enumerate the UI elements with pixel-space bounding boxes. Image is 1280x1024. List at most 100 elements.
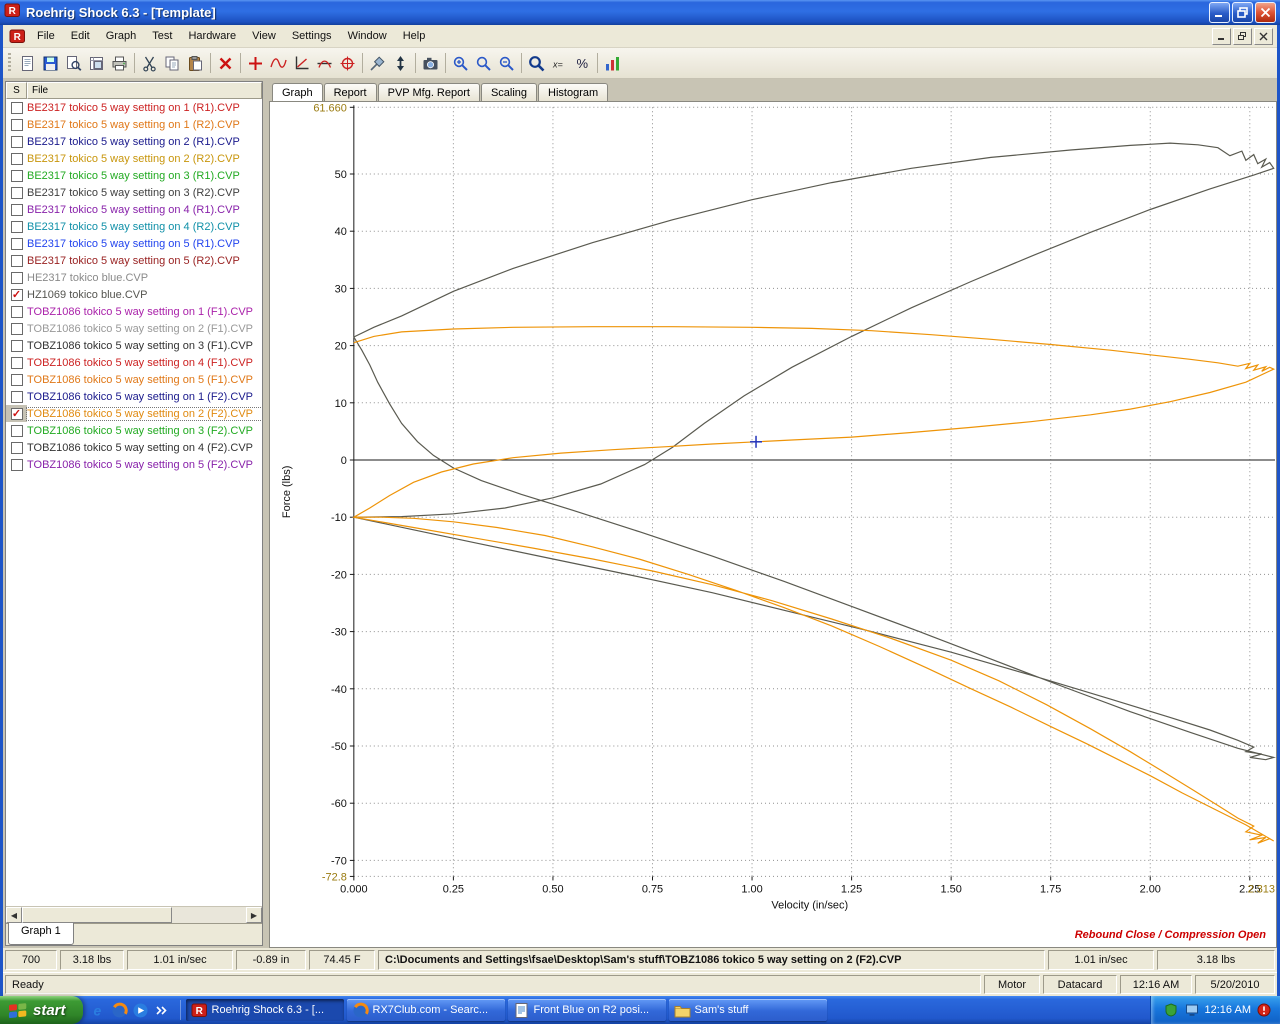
print-preview-button[interactable] [62, 52, 85, 74]
menu-settings[interactable]: Settings [284, 27, 340, 45]
crosshair-tool-button[interactable] [244, 52, 267, 74]
file-name[interactable]: BE2317 tokico 5 way setting on 5 (R2).CV… [27, 255, 262, 267]
file-checkbox[interactable] [11, 221, 23, 233]
zoom-out-button[interactable] [495, 52, 518, 74]
taskbar-button-roehrig[interactable]: RRoehrig Shock 6.3 - [... [186, 999, 344, 1021]
chart-options-button[interactable] [601, 52, 624, 74]
tab-report[interactable]: Report [324, 83, 377, 101]
file-name[interactable]: TOBZ1086 tokico 5 way setting on 3 (F2).… [27, 425, 262, 437]
mdi-minimize-button[interactable] [1212, 28, 1231, 45]
zoom-in-button[interactable] [449, 52, 472, 74]
quicklaunch-chevron[interactable] [153, 1001, 171, 1019]
percent-button[interactable]: % [571, 52, 594, 74]
file-name[interactable]: HZ1069 tokico blue.CVP [27, 289, 262, 301]
menu-edit[interactable]: Edit [63, 27, 98, 45]
tab-scaling[interactable]: Scaling [481, 83, 537, 101]
file-checkbox[interactable] [11, 238, 23, 250]
tab-pvp-mfg-report[interactable]: PVP Mfg. Report [378, 83, 480, 101]
tray-icon-shield[interactable] [1163, 1002, 1179, 1018]
file-checkbox[interactable] [11, 102, 23, 114]
zoom-extents-button[interactable] [525, 52, 548, 74]
file-checkbox[interactable] [11, 459, 23, 471]
file-checkbox[interactable] [11, 425, 23, 437]
file-name[interactable]: BE2317 tokico 5 way setting on 3 (R1).CV… [27, 170, 262, 182]
taskbar-button-document[interactable]: Front Blue on R2 posi... [508, 999, 666, 1021]
quicklaunch-ie[interactable]: e [90, 1001, 108, 1019]
print-button[interactable] [108, 52, 131, 74]
file-checkbox[interactable] [11, 170, 23, 182]
move-vertical-button[interactable] [389, 52, 412, 74]
formula-button[interactable]: x= [548, 52, 571, 74]
file-checkbox[interactable] [11, 255, 23, 267]
menu-help[interactable]: Help [395, 27, 434, 45]
quicklaunch-firefox[interactable] [111, 1001, 129, 1019]
quicklaunch-media[interactable] [132, 1001, 150, 1019]
taskbar-button-folder[interactable]: Sam's stuff [669, 999, 827, 1021]
menu-view[interactable]: View [244, 27, 284, 45]
file-name[interactable]: BE2317 tokico 5 way setting on 5 (R1).CV… [27, 238, 262, 250]
close-button[interactable] [1255, 2, 1276, 23]
file-checkbox[interactable] [11, 272, 23, 284]
file-checkbox[interactable] [11, 323, 23, 335]
copy-button[interactable] [161, 52, 184, 74]
scroll-left-button[interactable]: ◀ [6, 907, 22, 923]
file-name[interactable]: TOBZ1086 tokico 5 way setting on 1 (F1).… [27, 306, 262, 318]
page-setup-button[interactable] [85, 52, 108, 74]
file-checkbox[interactable]: ✓ [11, 289, 23, 301]
overlay-curves-button[interactable] [267, 52, 290, 74]
file-checkbox[interactable] [11, 357, 23, 369]
delete-button[interactable] [214, 52, 237, 74]
file-name[interactable]: TOBZ1086 tokico 5 way setting on 4 (F2).… [27, 442, 262, 454]
tab-histogram[interactable]: Histogram [538, 83, 608, 101]
file-checkbox[interactable] [11, 204, 23, 216]
file-name[interactable]: TOBZ1086 tokico 5 way setting on 4 (F1).… [27, 357, 262, 369]
file-name[interactable]: BE2317 tokico 5 way setting on 1 (R1).CV… [27, 102, 262, 114]
mdi-restore-button[interactable] [1233, 28, 1252, 45]
tab-graph[interactable]: Graph [272, 83, 323, 102]
file-name[interactable]: BE2317 tokico 5 way setting on 2 (R1).CV… [27, 136, 262, 148]
zoom-window-button[interactable] [472, 52, 495, 74]
file-name[interactable]: BE2317 tokico 5 way setting on 4 (R2).CV… [27, 221, 262, 233]
cut-button[interactable] [138, 52, 161, 74]
file-name[interactable]: BE2317 tokico 5 way setting on 3 (R2).CV… [27, 187, 262, 199]
file-name[interactable]: BE2317 tokico 5 way setting on 4 (R1).CV… [27, 204, 262, 216]
file-name[interactable]: BE2317 tokico 5 way setting on 1 (R2).CV… [27, 119, 262, 131]
save-button[interactable] [39, 52, 62, 74]
menu-window[interactable]: Window [340, 27, 395, 45]
graph1-tab[interactable]: Graph 1 [8, 923, 74, 945]
scroll-right-button[interactable]: ▶ [246, 907, 262, 923]
snapshot-button[interactable] [419, 52, 442, 74]
file-checkbox[interactable] [11, 119, 23, 131]
force-velocity-chart[interactable]: 61.66050403020100-10-20-30-40-50-60-70-7… [270, 102, 1276, 947]
scroll-thumb[interactable] [22, 907, 172, 923]
file-checkbox[interactable] [11, 340, 23, 352]
start-button[interactable]: start [0, 996, 83, 1024]
graph-axes-button[interactable] [290, 52, 313, 74]
graph-target-button[interactable] [336, 52, 359, 74]
file-name[interactable]: TOBZ1086 tokico 5 way setting on 2 (F1).… [27, 323, 262, 335]
minimize-button[interactable] [1209, 2, 1230, 23]
graph-axis-horizontal-button[interactable] [313, 52, 336, 74]
toolbar-grip[interactable] [8, 53, 11, 73]
taskbar-button-firefox[interactable]: RX7Club.com - Searc... [347, 999, 505, 1021]
file-checkbox[interactable] [11, 374, 23, 386]
menu-hardware[interactable]: Hardware [180, 27, 244, 45]
file-checkbox[interactable]: ✓ [11, 408, 23, 420]
test-probe-button[interactable] [366, 52, 389, 74]
file-checkbox[interactable] [11, 442, 23, 454]
file-checkbox[interactable] [11, 136, 23, 148]
chart-area[interactable]: 61.66050403020100-10-20-30-40-50-60-70-7… [269, 101, 1277, 948]
new-file-button[interactable] [16, 52, 39, 74]
file-name[interactable]: BE2317 tokico 5 way setting on 2 (R2).CV… [27, 153, 262, 165]
file-checkbox[interactable] [11, 153, 23, 165]
restore-button[interactable] [1232, 2, 1253, 23]
menu-file[interactable]: File [29, 27, 63, 45]
file-name[interactable]: TOBZ1086 tokico 5 way setting on 3 (F1).… [27, 340, 262, 352]
file-name[interactable]: TOBZ1086 tokico 5 way setting on 5 (F2).… [27, 459, 262, 471]
column-header-select[interactable]: S [6, 82, 27, 99]
file-checkbox[interactable] [11, 391, 23, 403]
tray-icon-display[interactable] [1184, 1002, 1200, 1018]
file-name[interactable]: TOBZ1086 tokico 5 way setting on 5 (F1).… [27, 374, 262, 386]
menu-graph[interactable]: Graph [98, 27, 145, 45]
file-name[interactable]: HE2317 tokico blue.CVP [27, 272, 262, 284]
